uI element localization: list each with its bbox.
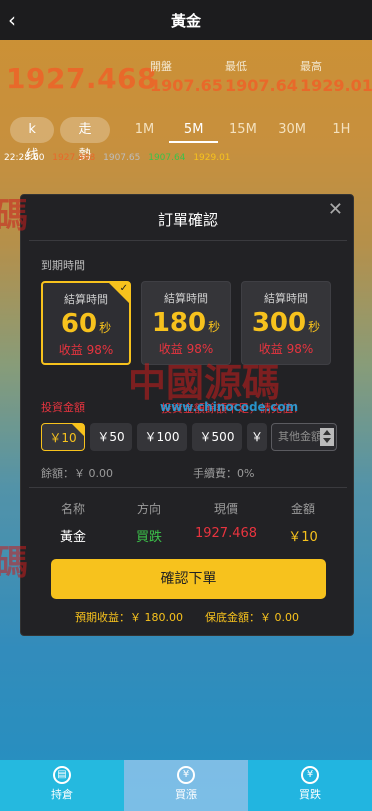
period-rate: 收益 98% bbox=[158, 342, 214, 356]
hold-button[interactable]: ▤ 持倉 bbox=[0, 760, 124, 811]
tab-1m[interactable]: 1M bbox=[120, 117, 169, 143]
col-header-direction: 方向 bbox=[136, 502, 161, 516]
yen-icon: ¥ bbox=[177, 766, 195, 784]
open-stat: 開盤 1907.65 bbox=[150, 58, 223, 95]
col-header-price: 現價 bbox=[213, 502, 238, 516]
ticker-line: 22:28:00 1927.468 1907.65 1907.64 1929.0… bbox=[4, 153, 236, 163]
col-header-amount: 金額 bbox=[290, 502, 315, 516]
divider bbox=[29, 240, 347, 241]
ticker-value-3: 1907.64 bbox=[148, 153, 186, 163]
bottom-bar: ▤ 持倉 ¥ 買漲 ¥ 買跌 bbox=[0, 760, 372, 811]
amount-label: 投資金額 bbox=[41, 401, 85, 414]
open-value: 1907.65 bbox=[150, 76, 223, 95]
tab-15m[interactable]: 15M bbox=[218, 117, 267, 143]
check-icon: ✓ bbox=[109, 283, 129, 303]
period-unit: 秒 bbox=[208, 320, 221, 334]
period-option-60[interactable]: 結算時間 60 秒 收益 98% ✓ bbox=[41, 281, 131, 365]
tab-trend[interactable]: 走勢 bbox=[60, 117, 110, 163]
period-option-180[interactable]: 結算時間 180 秒 收益 98% bbox=[141, 281, 231, 365]
expected-profit: 預期收益：￥ 180.00 bbox=[75, 611, 183, 624]
check-icon bbox=[72, 424, 84, 436]
ticker-time: 22:28:00 bbox=[4, 153, 45, 163]
buy-rise-button[interactable]: ¥ 買漲 bbox=[124, 760, 248, 811]
yen-icon: ¥ bbox=[301, 766, 319, 784]
period-rate: 收益 98% bbox=[258, 342, 314, 356]
buy-fall-label: 買跌 bbox=[299, 788, 321, 801]
balance-label: 餘額：￥ 0.00 bbox=[41, 467, 113, 480]
high-value: 1929.01 bbox=[300, 76, 372, 95]
amount-option-50[interactable]: ￥50 bbox=[90, 423, 132, 451]
period-seconds: 300 bbox=[251, 308, 307, 338]
confirm-order-button[interactable]: 確認下單 bbox=[51, 559, 326, 599]
ticker-value-2: 1907.65 bbox=[103, 153, 141, 163]
period-unit: 秒 bbox=[99, 321, 112, 335]
dialog-title: 訂單確認 bbox=[157, 211, 218, 229]
hold-label: 持倉 bbox=[51, 788, 73, 801]
high-label: 最高 bbox=[300, 60, 322, 73]
col-header-name: 名称 bbox=[60, 502, 85, 516]
ticker-value-4: 1929.01 bbox=[193, 153, 231, 163]
cell-price: 1927.468 bbox=[194, 526, 258, 541]
tab-kline[interactable]: k线 bbox=[10, 117, 55, 163]
top-bar: ‹ 黃金 bbox=[0, 0, 372, 40]
fee-label: 手續費：0% bbox=[193, 467, 255, 480]
back-icon[interactable]: ‹ bbox=[8, 8, 28, 32]
divider bbox=[29, 487, 347, 488]
period-head: 結算時間 bbox=[164, 292, 208, 305]
close-icon[interactable]: ✕ bbox=[328, 199, 343, 220]
low-stat: 最低 1907.64 bbox=[225, 58, 298, 95]
period-label: 到期時間 bbox=[41, 259, 85, 272]
quote-panel: 1927.468 開盤 1907.65 最低 1907.64 最高 1929.0… bbox=[6, 52, 372, 108]
other-amount-input[interactable]: 其他金額 bbox=[271, 423, 337, 451]
high-stat: 最高 1929.01 bbox=[300, 58, 372, 95]
period-seconds: 180 bbox=[151, 308, 207, 338]
period-unit: 秒 bbox=[308, 320, 321, 334]
tab-30m[interactable]: 30M bbox=[268, 117, 317, 143]
order-confirm-dialog: 訂單確認 ✕ 到期時間 結算時間 60 秒 收益 98% ✓ 結算時間 180 秒 … bbox=[20, 194, 354, 636]
open-label: 開盤 bbox=[150, 60, 172, 73]
watermark-url: www.chinocode.com bbox=[160, 400, 299, 414]
chart-tabs: k线 走勢 1M 5M 15M 30M 1H bbox=[10, 116, 366, 163]
page-title: 黃金 bbox=[170, 11, 201, 30]
other-amount-placeholder: 其他金額 bbox=[278, 430, 322, 443]
period-seconds: 60 bbox=[60, 309, 98, 339]
low-label: 最低 bbox=[225, 60, 247, 73]
cell-amount: ￥10 bbox=[288, 530, 318, 545]
tab-5m[interactable]: 5M bbox=[169, 117, 219, 143]
tab-1h[interactable]: 1H bbox=[317, 117, 366, 143]
cell-name: 黃金 bbox=[59, 530, 86, 545]
stepper-icon[interactable] bbox=[320, 428, 334, 446]
cell-direction: 買跌 bbox=[135, 530, 162, 545]
ticker-value-1: 1927.468 bbox=[52, 153, 96, 163]
amount-option-10[interactable]: ￥10 bbox=[41, 423, 85, 451]
wallet-icon: ▤ bbox=[53, 766, 71, 784]
amount-option-500[interactable]: ￥500 bbox=[192, 423, 242, 451]
buy-fall-button[interactable]: ¥ 買跌 bbox=[248, 760, 372, 811]
buy-rise-label: 買漲 bbox=[175, 788, 197, 801]
amount-option-100[interactable]: ￥100 bbox=[137, 423, 187, 451]
period-head: 結算時間 bbox=[264, 292, 308, 305]
low-value: 1907.64 bbox=[225, 76, 298, 95]
amount-option-more[interactable]: ￥ bbox=[247, 423, 267, 451]
current-price: 1927.468 bbox=[6, 62, 158, 95]
period-rate: 收益 98% bbox=[58, 343, 114, 357]
guarantee-amount: 保底金額：￥ 0.00 bbox=[205, 611, 299, 624]
period-option-300[interactable]: 結算時間 300 秒 收益 98% bbox=[241, 281, 331, 365]
